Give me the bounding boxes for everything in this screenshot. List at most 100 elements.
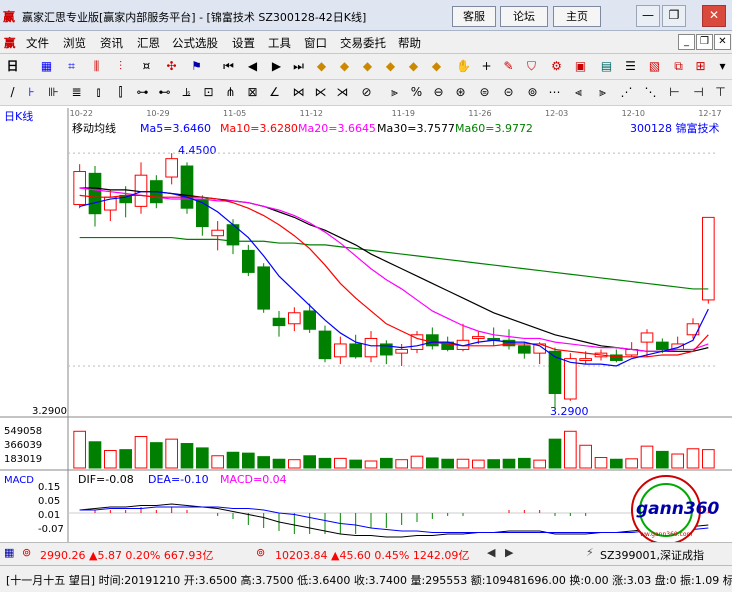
time-tool-icon[interactable]: ⊷ (156, 84, 173, 101)
tool-e-icon[interactable]: ⫸ (386, 84, 403, 101)
flag-icon[interactable]: ⚑ (188, 58, 205, 75)
tool-d-icon[interactable]: ⊘ (358, 84, 375, 101)
last-icon[interactable]: ⏭ (290, 58, 307, 75)
tool-f-icon[interactable]: ⊖ (430, 84, 447, 101)
menu-file[interactable]: 文件 (26, 35, 49, 51)
kline-chart[interactable]: 日K线 移动均线 Ma5=3.6460 Ma10=3.6280 Ma20=3.6… (0, 108, 732, 545)
chart-icon[interactable]: ▦ (38, 58, 55, 75)
channel-tool-icon[interactable]: ⫾ (90, 84, 107, 101)
tool-q-icon[interactable]: ⊣ (690, 84, 707, 101)
diamond4-icon[interactable]: ◆ (382, 58, 399, 75)
more-icon[interactable]: ▾ (714, 58, 731, 75)
tool-g-icon[interactable]: ⊛ (452, 84, 469, 101)
hline-tool-icon[interactable]: ⊦ (23, 84, 40, 101)
macd-axis-2: 0.05 (38, 496, 60, 507)
angle-tool-icon[interactable]: ∠ (266, 84, 283, 101)
draw-icon[interactable]: ✎ (500, 58, 517, 75)
cycle-tool-icon[interactable]: ⊶ (134, 84, 151, 101)
volume-bar (456, 458, 470, 469)
tool-l-icon[interactable]: ⫷ (570, 84, 587, 101)
mdi-restore-icon[interactable]: ❐ (696, 34, 713, 50)
menu-trade[interactable]: 交易委托 (340, 35, 386, 51)
tool-n-icon[interactable]: ⋰ (618, 84, 635, 101)
hand-icon[interactable]: ✋ (455, 58, 472, 75)
scroll-left-icon[interactable]: ◀ (487, 546, 495, 559)
gear-icon[interactable]: ⚙ (548, 58, 565, 75)
volume-bar (441, 458, 454, 469)
percent-tool-icon[interactable]: % (408, 84, 425, 101)
grid-tool-icon[interactable]: ⊪ (45, 84, 62, 101)
line-tool-icon[interactable]: / (4, 84, 21, 101)
minimize-icon[interactable]: — (636, 5, 660, 27)
mdi-close-icon[interactable]: ✕ (714, 34, 731, 50)
close-icon[interactable]: ✕ (702, 5, 726, 27)
service-button[interactable]: 客服 (452, 6, 496, 27)
tool-j-icon[interactable]: ⊚ (524, 84, 541, 101)
box-tool-icon[interactable]: ⊡ (200, 84, 217, 101)
crosshair-icon[interactable]: + (478, 58, 495, 75)
volume-bar (686, 448, 700, 469)
fan-tool-icon[interactable]: ⫡ (178, 84, 195, 101)
candle[interactable] (410, 331, 424, 354)
diamond3-icon[interactable]: ◆ (359, 58, 376, 75)
gann-tool-icon[interactable]: ⫿ (112, 84, 129, 101)
calendar-icon[interactable]: ▣ (572, 58, 589, 75)
home-button[interactable]: 主页 (553, 6, 601, 27)
minute-chart-icon[interactable]: ⌗ (63, 58, 80, 75)
ticker-text[interactable]: SZ399001,深证成指 (600, 547, 704, 563)
next-icon[interactable]: ▶ (268, 58, 285, 75)
tool-m-icon[interactable]: ⫸ (594, 84, 611, 101)
fib-tool-icon[interactable]: ≣ (68, 84, 85, 101)
menu-browse[interactable]: 浏览 (63, 35, 86, 51)
forum-button[interactable]: 论坛 (500, 6, 548, 27)
prev-icon[interactable]: ◀ (244, 58, 261, 75)
menu-huien[interactable]: 汇恩 (137, 35, 160, 51)
sz-index[interactable]: 10203.84 ▲45.60 0.45% 1242.09亿 (275, 547, 469, 563)
diamond1-icon[interactable]: ◆ (313, 58, 330, 75)
candle-icon[interactable]: ¤ (138, 58, 155, 75)
chart-area[interactable]: 日K线 移动均线 Ma5=3.6460 Ma10=3.6280 Ma20=3.6… (0, 108, 732, 545)
diamond6-icon[interactable]: ◆ (428, 58, 445, 75)
menu-help[interactable]: 帮助 (398, 35, 421, 51)
menu-tools[interactable]: 工具 (268, 35, 291, 51)
candle-body (288, 312, 301, 325)
candle-body (242, 249, 255, 273)
tool-a-icon[interactable]: ⋈ (290, 84, 307, 101)
tool-p-icon[interactable]: ⊢ (666, 84, 683, 101)
tool-c-icon[interactable]: ⋊ (334, 84, 351, 101)
period-select-icon[interactable]: 日 (4, 58, 21, 75)
menu-settings[interactable]: 设置 (232, 35, 255, 51)
ma5-label: Ma5=3.6460 (140, 122, 211, 135)
gann-box-icon[interactable]: ⊠ (244, 84, 261, 101)
kline-icon[interactable]: ⫼ (88, 58, 105, 75)
scroll-right-icon[interactable]: ▶ (505, 546, 513, 559)
diamond2-icon[interactable]: ◆ (336, 58, 353, 75)
list-icon[interactable]: ☰ (622, 58, 639, 75)
sh-index[interactable]: 2990.26 ▲5.87 0.20% 667.93亿 (40, 547, 213, 563)
candle[interactable] (257, 263, 270, 313)
gann-fan-icon[interactable]: ⋔ (222, 84, 239, 101)
menu-stock-picker[interactable]: 公式选股 (172, 35, 218, 51)
diamond5-icon[interactable]: ◆ (405, 58, 422, 75)
candle[interactable] (180, 162, 194, 214)
tool-k-icon[interactable]: ⋯ (546, 84, 563, 101)
tool-o-icon[interactable]: ⋱ (642, 84, 659, 101)
window-icon[interactable]: ⧉ (670, 58, 687, 75)
kline-draw-icon[interactable]: ⛉ (523, 58, 540, 75)
tool-h-icon[interactable]: ⊜ (476, 84, 493, 101)
capture-icon[interactable]: ▧ (646, 58, 663, 75)
maximize-icon[interactable]: ❐ (662, 5, 686, 27)
pointer-icon[interactable]: ✣ (163, 58, 180, 75)
compare-icon[interactable]: ⊞ (692, 58, 709, 75)
menu-window[interactable]: 窗口 (304, 35, 327, 51)
tool-r-icon[interactable]: ⊤ (712, 84, 729, 101)
tool-b-icon[interactable]: ⋉ (312, 84, 329, 101)
first-icon[interactable]: ⏮ (220, 58, 237, 75)
candle[interactable] (318, 325, 332, 363)
bar-icon[interactable]: ⫶ (112, 58, 129, 75)
tool-i-icon[interactable]: ⊝ (500, 84, 517, 101)
screen-icon[interactable]: ▤ (598, 58, 615, 75)
menu-info[interactable]: 资讯 (100, 35, 123, 51)
candle[interactable] (702, 216, 715, 304)
mdi-minimize-icon[interactable]: _ (678, 34, 695, 50)
